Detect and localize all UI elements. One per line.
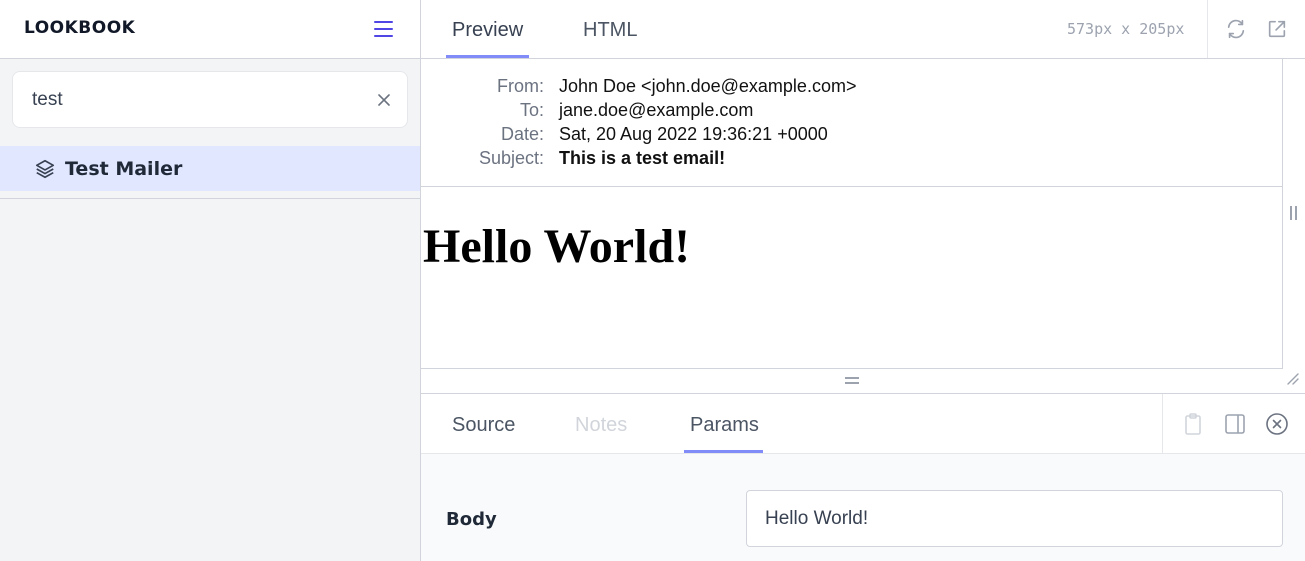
header-value: John Doe <john.doe@example.com>	[559, 76, 857, 96]
tab-label: Preview	[452, 19, 524, 41]
header-key: Date:	[500, 124, 544, 144]
email-header-to: To: jane.doe@example.com	[421, 100, 1282, 124]
sidebar-divider	[0, 198, 420, 199]
header-key: Subject:	[478, 148, 544, 168]
search-box	[12, 71, 408, 128]
header-value: This is a test email!	[559, 148, 726, 168]
tab-preview[interactable]: Preview	[446, 0, 529, 58]
params-panel: Body	[421, 454, 1305, 561]
horizontal-resize-handle[interactable]	[844, 376, 860, 386]
tab-notes: Notes	[569, 394, 639, 453]
email-preview: From: John Doe <john.doe@example.com> To…	[421, 59, 1283, 369]
split-panel-icon[interactable]	[1223, 412, 1247, 436]
tab-label: Params	[690, 414, 759, 436]
header-value: Sat, 20 Aug 2022 19:36:21 +0000	[559, 124, 828, 144]
close-icon[interactable]	[373, 89, 395, 111]
tab-label: HTML	[583, 19, 638, 41]
inspector-divider	[1162, 394, 1163, 453]
search-input[interactable]	[32, 85, 362, 115]
tab-label: Notes	[575, 414, 628, 436]
dimensions-readout: 573px x 205px	[1067, 20, 1185, 38]
sidebar-item-test-mailer[interactable]: Test Mailer	[0, 146, 420, 191]
tab-label: Source	[452, 414, 516, 436]
param-label-body: Body	[446, 509, 497, 530]
tab-html[interactable]: HTML	[577, 0, 647, 58]
resize-corner-icon[interactable]	[1286, 372, 1300, 386]
sidebar: LOOKBOOK Test Mailer	[0, 0, 421, 561]
email-headers: From: John Doe <john.doe@example.com> To…	[421, 59, 1282, 187]
email-heading: Hello World!	[423, 220, 691, 273]
header-value: jane.doe@example.com	[559, 100, 754, 120]
email-header-date: Date: Sat, 20 Aug 2022 19:36:21 +0000	[421, 124, 1282, 148]
header-key: To:	[519, 100, 544, 120]
clipboard-icon[interactable]	[1181, 412, 1205, 436]
hamburger-menu-icon[interactable]	[372, 18, 396, 40]
tab-source[interactable]: Source	[446, 394, 521, 453]
external-link-icon[interactable]	[1266, 18, 1288, 40]
param-body-input[interactable]	[746, 490, 1283, 547]
email-header-subject: Subject: This is a test email!	[421, 148, 1282, 172]
brand-logo: LOOKBOOK	[24, 18, 136, 38]
layers-icon	[34, 158, 56, 185]
tab-params[interactable]: Params	[684, 394, 763, 453]
sidebar-header: LOOKBOOK	[0, 0, 420, 59]
toolbar-divider	[1207, 0, 1208, 58]
close-circle-icon[interactable]	[1265, 412, 1289, 436]
vertical-resize-handle[interactable]	[1290, 206, 1298, 222]
refresh-icon[interactable]	[1225, 18, 1247, 40]
horizontal-resize-bar	[421, 369, 1305, 394]
email-header-from: From: John Doe <john.doe@example.com>	[421, 76, 1282, 100]
inspector-toolbar: Source Notes Params	[421, 394, 1305, 454]
lookbook-app: LOOKBOOK Test Mailer Preview	[0, 0, 1305, 561]
header-key: From:	[497, 76, 544, 96]
sidebar-item-label: Test Mailer	[65, 158, 183, 180]
preview-toolbar: Preview HTML 573px x 205px	[421, 0, 1305, 59]
